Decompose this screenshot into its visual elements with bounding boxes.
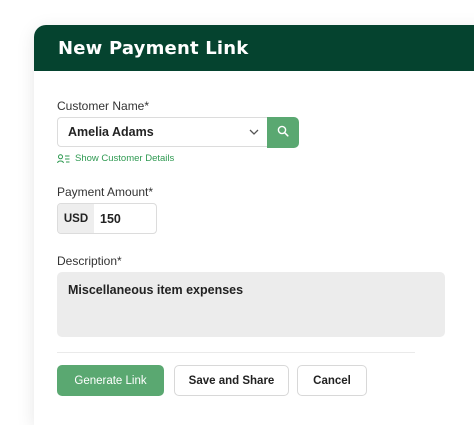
payment-amount-label: Payment Amount* (57, 185, 154, 199)
show-customer-details-label: Show Customer Details (75, 153, 175, 164)
amount-value: 150 (100, 211, 121, 226)
chevron-down-icon (241, 129, 267, 135)
user-list-icon (57, 153, 70, 163)
customer-search-button[interactable] (267, 117, 299, 148)
generate-link-button[interactable]: Generate Link (57, 365, 164, 396)
description-label: Description* (57, 254, 122, 268)
cancel-button[interactable]: Cancel (297, 365, 367, 396)
payment-link-card: New Payment Link Customer Name* Amelia A… (34, 25, 474, 425)
page-title: New Payment Link (58, 37, 249, 59)
show-customer-details-link[interactable]: Show Customer Details (57, 153, 174, 164)
save-and-share-button[interactable]: Save and Share (174, 365, 289, 396)
description-textarea[interactable]: Miscellaneous item expenses (57, 272, 445, 337)
currency-code: USD (58, 204, 94, 233)
payment-amount-field[interactable]: USD 150 (57, 203, 157, 234)
customer-name-label: Customer Name* (57, 99, 150, 113)
customer-name-select[interactable]: Amelia Adams (57, 117, 267, 147)
divider (57, 352, 415, 353)
search-icon (277, 124, 289, 142)
card-header: New Payment Link (34, 25, 474, 71)
customer-name-value: Amelia Adams (68, 125, 154, 139)
